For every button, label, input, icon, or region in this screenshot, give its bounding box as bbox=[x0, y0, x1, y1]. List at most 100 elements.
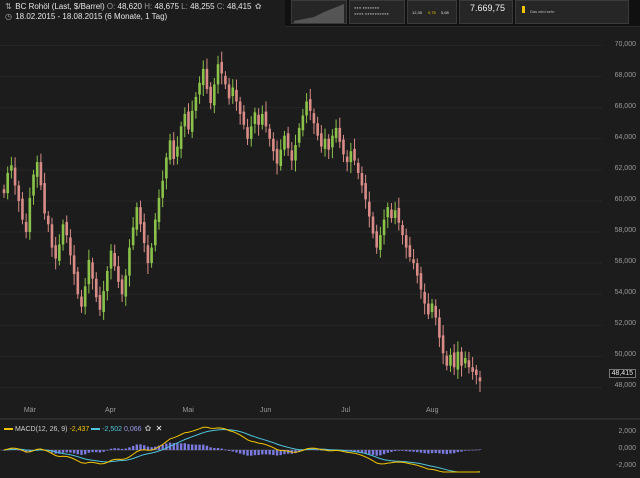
candle bbox=[43, 183, 46, 214]
y-tick-label: 52,000 bbox=[614, 320, 636, 328]
x-tick-label: Aug bbox=[426, 407, 439, 414]
candle bbox=[190, 110, 194, 132]
candle bbox=[401, 225, 404, 236]
candle bbox=[253, 112, 257, 125]
macd-histogram-bar bbox=[202, 444, 205, 450]
candle bbox=[249, 126, 253, 139]
candle bbox=[113, 253, 116, 267]
candle bbox=[260, 113, 264, 125]
candle bbox=[308, 99, 312, 111]
macd-histogram-bar bbox=[379, 450, 382, 456]
macd-histogram-bar bbox=[220, 448, 223, 450]
macd-line-swatch bbox=[4, 428, 13, 431]
macd-histogram-bar bbox=[250, 450, 253, 456]
y-tick-label: 56,000 bbox=[614, 258, 636, 266]
candle bbox=[50, 224, 54, 248]
macd-histogram-bar bbox=[275, 450, 279, 456]
candle bbox=[246, 127, 249, 139]
candle bbox=[463, 357, 467, 364]
macd-histogram-bar bbox=[87, 450, 91, 453]
macd-histogram-bar bbox=[190, 444, 194, 450]
macd-histogram-bar bbox=[69, 450, 72, 453]
candle bbox=[294, 145, 297, 161]
candle bbox=[368, 201, 371, 217]
macd-histogram-bar bbox=[198, 444, 201, 450]
y-tick-label: 66,000 bbox=[614, 102, 636, 110]
candle bbox=[342, 139, 345, 155]
macd-tick-label: -2,000 bbox=[616, 461, 636, 469]
candle bbox=[213, 84, 216, 106]
candle bbox=[142, 221, 146, 243]
macd-histogram-bar bbox=[131, 445, 135, 450]
candle bbox=[179, 126, 183, 149]
macd-histogram-bar bbox=[449, 450, 452, 454]
macd-histogram-bar bbox=[478, 449, 482, 451]
price-chart[interactable] bbox=[0, 0, 640, 478]
macd-histogram-bar bbox=[475, 449, 478, 451]
macd-histogram-bar bbox=[382, 450, 386, 455]
candle bbox=[423, 291, 426, 304]
macd-histogram-bar bbox=[80, 450, 83, 455]
macd-histogram-bar bbox=[264, 450, 268, 455]
candle bbox=[360, 172, 364, 186]
candle bbox=[286, 133, 290, 149]
macd-histogram-bar bbox=[17, 449, 20, 451]
macd-histogram-bar bbox=[194, 444, 198, 450]
candle bbox=[65, 221, 69, 236]
candle bbox=[98, 294, 102, 310]
macd-histogram-bar bbox=[257, 450, 260, 456]
close-icon[interactable]: ✕ bbox=[154, 424, 163, 433]
macd-histogram-bar bbox=[242, 450, 246, 455]
gear-icon[interactable]: ✿ bbox=[144, 424, 153, 433]
candle bbox=[397, 207, 401, 223]
macd-histogram-bar bbox=[98, 450, 102, 453]
candle bbox=[356, 162, 360, 173]
candle bbox=[87, 260, 91, 285]
candle bbox=[150, 247, 153, 264]
candle bbox=[275, 148, 279, 164]
candle bbox=[201, 68, 205, 86]
candle bbox=[283, 135, 286, 150]
candle bbox=[430, 303, 434, 313]
candle bbox=[106, 270, 109, 292]
macd-histogram-bar bbox=[91, 450, 94, 453]
macd-histogram-bar bbox=[460, 450, 463, 452]
macd-label: MACD(12, 26, 9) bbox=[14, 426, 68, 433]
y-tick-label: 50,000 bbox=[614, 351, 636, 359]
candle bbox=[445, 355, 449, 366]
candle bbox=[58, 244, 61, 261]
candle bbox=[338, 127, 342, 142]
candle bbox=[386, 207, 390, 218]
candle bbox=[371, 216, 375, 234]
macd-histogram-bar bbox=[427, 450, 430, 454]
macd-histogram-bar bbox=[65, 450, 68, 453]
candle bbox=[327, 138, 331, 150]
candle bbox=[172, 140, 176, 159]
macd-histogram-bar bbox=[128, 447, 131, 450]
candle bbox=[198, 82, 201, 95]
signal-line-swatch bbox=[91, 428, 101, 431]
last-price-label: 48,415 bbox=[608, 369, 636, 378]
macd-histogram-bar bbox=[146, 446, 150, 450]
macd-histogram-bar bbox=[471, 449, 474, 451]
candle bbox=[235, 89, 238, 102]
macd-histogram-bar bbox=[412, 450, 415, 452]
candle bbox=[220, 61, 224, 74]
macd-histogram-bar bbox=[423, 450, 426, 454]
candle bbox=[76, 271, 80, 295]
macd-histogram-bar bbox=[61, 450, 65, 453]
macd-histogram-bar bbox=[408, 450, 412, 452]
macd-histogram-bar bbox=[216, 447, 220, 450]
macd-histogram-bar bbox=[83, 450, 87, 455]
candle bbox=[54, 245, 57, 259]
candle bbox=[72, 255, 76, 275]
candle bbox=[393, 210, 397, 219]
macd-histogram-bar bbox=[72, 450, 76, 454]
candle bbox=[2, 189, 6, 194]
macd-histogram-bar bbox=[117, 448, 120, 450]
candle bbox=[91, 262, 94, 279]
macd-histogram-bar bbox=[113, 448, 116, 450]
candle bbox=[305, 101, 308, 116]
candle bbox=[312, 113, 316, 124]
macd-histogram-bar bbox=[183, 443, 187, 450]
